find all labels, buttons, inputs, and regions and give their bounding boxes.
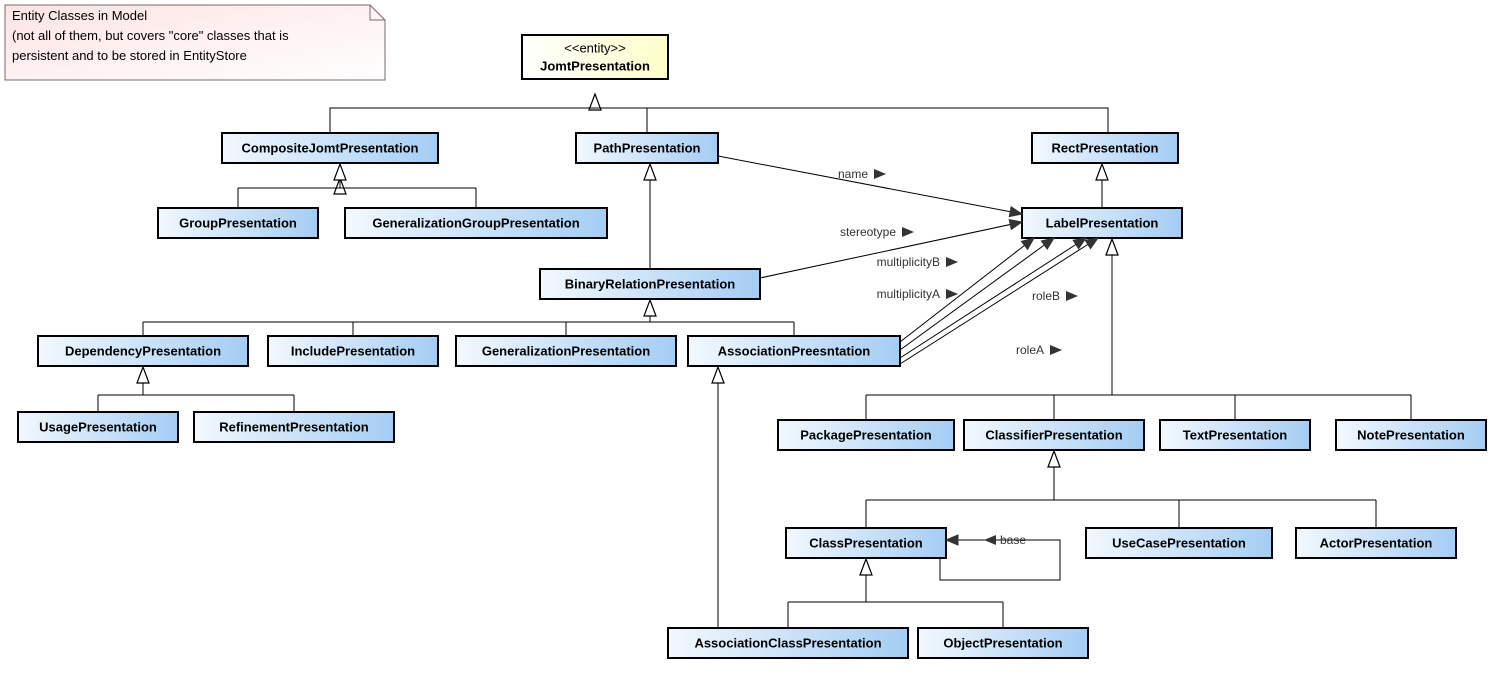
class-label: JomtPresentation <box>540 59 650 74</box>
note-line3: persistent and to be stored in EntitySto… <box>12 48 247 63</box>
svg-text:NotePresentation: NotePresentation <box>1357 428 1465 443</box>
svg-text:AssociationClassPresentation: AssociationClassPresentation <box>694 636 881 651</box>
note-widget: Entity Classes in Model (not all of them… <box>5 5 385 80</box>
class-AssociationClassPresentation: AssociationClassPresentation <box>668 628 908 658</box>
dir-arrow-icon <box>946 257 958 267</box>
note-line1: Entity Classes in Model <box>12 8 147 23</box>
svg-text:ClassPresentation: ClassPresentation <box>809 536 922 551</box>
svg-text:LabelPresentation: LabelPresentation <box>1046 216 1159 231</box>
dir-arrow-icon <box>902 227 914 237</box>
gen-line <box>330 108 1108 133</box>
class-LabelPresentation: LabelPresentation <box>1022 208 1182 238</box>
stereotype-label: <<entity>> <box>564 41 625 56</box>
svg-text:RectPresentation: RectPresentation <box>1052 141 1159 156</box>
assoc-label-multiplicityA: multiplicityA <box>877 287 940 301</box>
svg-text:ActorPresentation: ActorPresentation <box>1320 536 1433 551</box>
class-NotePresentation: NotePresentation <box>1336 420 1486 450</box>
assoc-label-stereotype: stereotype <box>840 225 896 239</box>
svg-text:ObjectPresentation: ObjectPresentation <box>943 636 1062 651</box>
dir-arrow-icon <box>1050 345 1062 355</box>
assoc-name <box>718 156 1022 214</box>
class-TextPresentation: TextPresentation <box>1160 420 1310 450</box>
svg-text:GeneralizationGroupPresentatio: GeneralizationGroupPresentation <box>372 216 579 231</box>
svg-text:RefinementPresentation: RefinementPresentation <box>219 420 369 435</box>
class-ActorPresentation: ActorPresentation <box>1296 528 1456 558</box>
class-PathPresentation: PathPresentation <box>576 133 718 163</box>
class-BinaryRelationPresentation: BinaryRelationPresentation <box>540 269 760 299</box>
class-UsagePresentation: UsagePresentation <box>18 412 178 442</box>
assoc-label-base: base <box>1000 533 1026 547</box>
svg-text:ClassifierPresentation: ClassifierPresentation <box>985 428 1122 443</box>
svg-text:CompositeJomtPresentation: CompositeJomtPresentation <box>242 141 419 156</box>
class-GeneralizationGroupPresentation: GeneralizationGroupPresentation <box>345 208 607 238</box>
class-DependencyPresentation: DependencyPresentation <box>38 336 248 366</box>
svg-text:IncludePresentation: IncludePresentation <box>291 344 415 359</box>
class-ClassifierPresentation: ClassifierPresentation <box>964 420 1144 450</box>
svg-text:UsagePresentation: UsagePresentation <box>39 420 157 435</box>
svg-text:GroupPresentation: GroupPresentation <box>179 216 297 231</box>
assoc-label-roleB: roleB <box>1032 289 1060 303</box>
svg-text:PackagePresentation: PackagePresentation <box>800 428 932 443</box>
class-GeneralizationPresentation: GeneralizationPresentation <box>456 336 676 366</box>
svg-text:AssociationPreesntation: AssociationPreesntation <box>718 344 870 359</box>
class-CompositeJomtPresentation: CompositeJomtPresentation <box>222 133 438 163</box>
svg-text:DependencyPresentation: DependencyPresentation <box>65 344 221 359</box>
note-line2: (not all of them, but covers "core" clas… <box>12 28 289 43</box>
assoc-label-name: name <box>838 167 868 181</box>
svg-text:UseCasePresentation: UseCasePresentation <box>1112 536 1246 551</box>
class-UseCasePresentation: UseCasePresentation <box>1086 528 1272 558</box>
class-ClassPresentation: ClassPresentation <box>786 528 946 558</box>
svg-text:PathPresentation: PathPresentation <box>594 141 701 156</box>
class-GroupPresentation: GroupPresentation <box>158 208 318 238</box>
dir-arrow-icon <box>984 535 996 545</box>
class-RefinementPresentation: RefinementPresentation <box>194 412 394 442</box>
assoc-label-multiplicityB: multiplicityB <box>877 255 940 269</box>
assoc-label-roleA: roleA <box>1016 343 1044 357</box>
dir-arrow-icon <box>874 169 886 179</box>
class-JomtPresentation: <<entity>> JomtPresentation <box>522 35 668 79</box>
dir-arrow-icon <box>946 289 958 299</box>
svg-text:TextPresentation: TextPresentation <box>1183 428 1288 443</box>
class-PackagePresentation: PackagePresentation <box>778 420 954 450</box>
class-RectPresentation: RectPresentation <box>1032 133 1178 163</box>
svg-text:BinaryRelationPresentation: BinaryRelationPresentation <box>565 277 736 292</box>
svg-text:GeneralizationPresentation: GeneralizationPresentation <box>482 344 650 359</box>
class-ObjectPresentation: ObjectPresentation <box>918 628 1088 658</box>
dir-arrow-icon <box>1066 291 1078 301</box>
class-AssociationPreesntation: AssociationPreesntation <box>688 336 900 366</box>
class-IncludePresentation: IncludePresentation <box>268 336 438 366</box>
